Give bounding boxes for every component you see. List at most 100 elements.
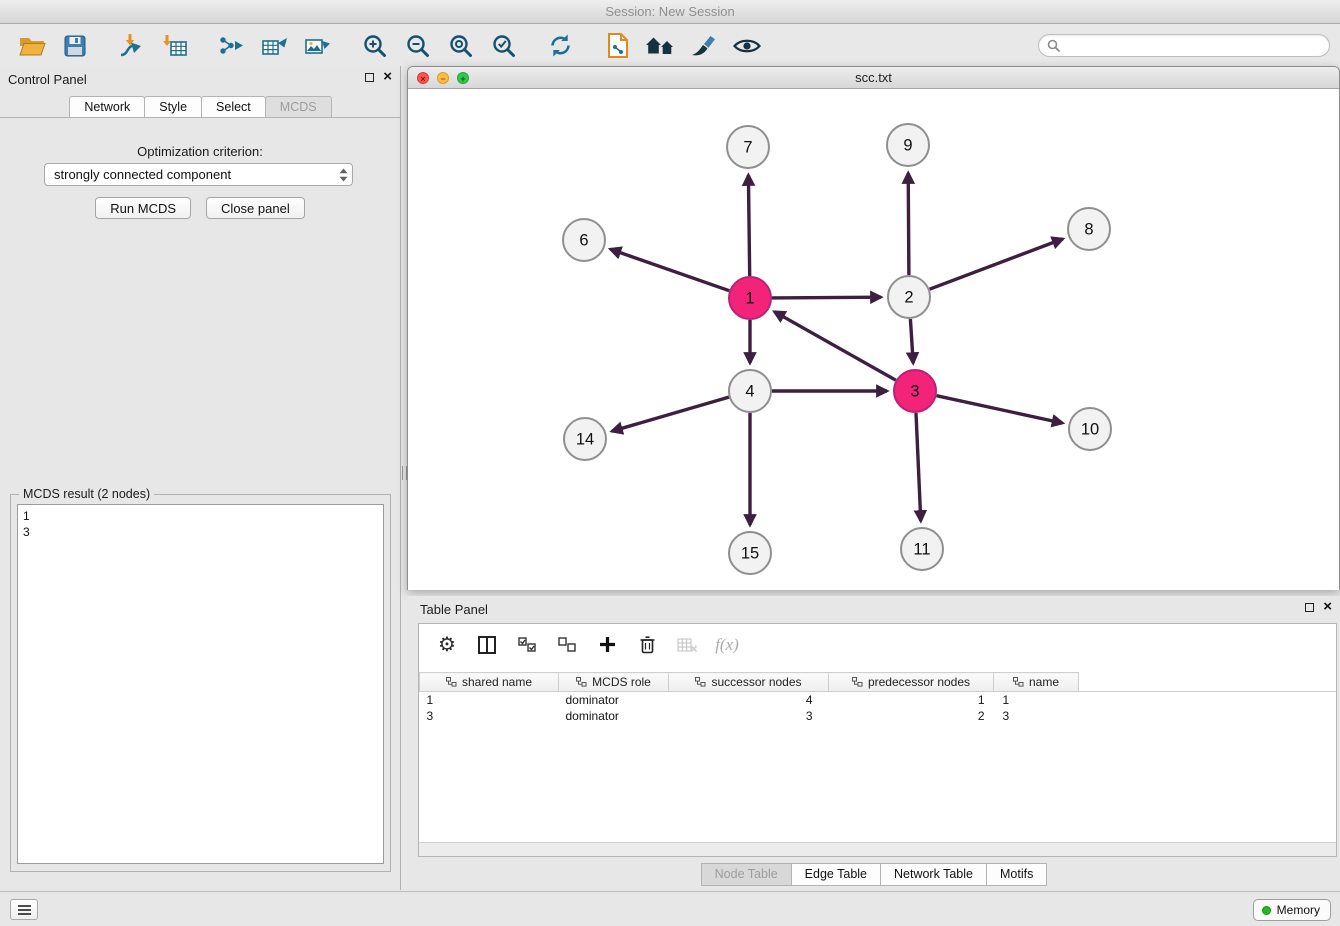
memory-button[interactable]: Memory: [1253, 899, 1331, 921]
criterion-dropdown[interactable]: strongly connected component: [44, 163, 353, 186]
run-mcds-button[interactable]: Run MCDS: [95, 197, 191, 219]
graph-node-6[interactable]: 6: [563, 219, 605, 261]
close-panel-button[interactable]: Close panel: [206, 197, 305, 219]
graph-node-11[interactable]: 11: [901, 528, 943, 570]
tab-select[interactable]: Select: [201, 96, 266, 117]
export-network-button[interactable]: [210, 28, 253, 64]
open-file-button[interactable]: [10, 28, 53, 64]
tab-edge-table[interactable]: Edge Table: [791, 863, 881, 886]
graph-node-14[interactable]: 14: [564, 418, 606, 460]
export-image-button[interactable]: [296, 28, 339, 64]
select-all-button[interactable]: [509, 629, 545, 661]
mcds-result-item[interactable]: 1: [23, 508, 378, 524]
window-minimize-button[interactable]: −: [437, 72, 449, 84]
mcds-result-item[interactable]: 3: [23, 524, 378, 540]
window-zoom-button[interactable]: +: [457, 72, 469, 84]
graph-edge-3-11[interactable]: [916, 413, 921, 521]
column-header-mcds-role[interactable]: MCDS role: [559, 673, 669, 692]
table-row[interactable]: 3dominator323: [420, 708, 1337, 724]
svg-text:14: 14: [576, 431, 594, 449]
graph-node-4[interactable]: 4: [729, 370, 771, 412]
zoom-out-button[interactable]: [396, 28, 439, 64]
table-cell[interactable]: dominator: [559, 692, 669, 708]
table-panel-close-button[interactable]: ×: [1323, 601, 1332, 613]
delete-table-button[interactable]: [669, 629, 705, 661]
graph-edge-3-1[interactable]: [774, 312, 895, 381]
show-columns-button[interactable]: [469, 629, 505, 661]
table-cell[interactable]: 1: [829, 692, 994, 708]
table-panel: Table Panel × ⚙: [407, 596, 1340, 890]
window-close-button[interactable]: ×: [417, 72, 429, 84]
tab-style[interactable]: Style: [144, 96, 202, 117]
table-cell-empty: [1079, 708, 1337, 724]
deselect-all-button[interactable]: [549, 629, 585, 661]
network-window-title: scc.txt: [408, 67, 1339, 88]
status-menu-button[interactable]: [10, 899, 38, 920]
graph-node-15[interactable]: 15: [729, 532, 771, 574]
zoom-in-button[interactable]: [353, 28, 396, 64]
network-window-titlebar[interactable]: scc.txt × − +: [408, 67, 1339, 89]
graph-node-10[interactable]: 10: [1069, 408, 1111, 450]
memory-label: Memory: [1277, 903, 1320, 917]
zoom-selected-button[interactable]: [482, 28, 525, 64]
graph-edge-1-2[interactable]: [772, 297, 881, 298]
svg-text:10: 10: [1081, 421, 1099, 439]
graph-edge-2-9[interactable]: [908, 173, 909, 275]
table-cell[interactable]: 3: [669, 708, 829, 724]
table-panel-float-button[interactable]: [1305, 603, 1314, 612]
column-header-name[interactable]: name: [994, 673, 1079, 692]
svg-text:2: 2: [904, 289, 913, 307]
apply-style-button[interactable]: [682, 28, 725, 64]
graph-edge-2-8[interactable]: [930, 239, 1063, 289]
table-cell[interactable]: 1: [994, 692, 1079, 708]
graph-edge-1-7[interactable]: [748, 175, 749, 276]
graph-node-3[interactable]: 3: [894, 370, 936, 412]
add-column-button[interactable]: [589, 629, 625, 661]
graph-edge-3-10[interactable]: [937, 396, 1063, 423]
refresh-view-button[interactable]: [539, 28, 582, 64]
tab-mcds[interactable]: MCDS: [265, 96, 332, 117]
function-builder-button[interactable]: f(x): [709, 629, 745, 661]
table-settings-button[interactable]: ⚙: [429, 629, 465, 661]
table-cell[interactable]: 2: [829, 708, 994, 724]
control-panel-close-button[interactable]: ×: [383, 71, 392, 83]
home-layout-button[interactable]: [639, 28, 682, 64]
dropdown-stepper-icon: [339, 168, 348, 182]
tab-network-table[interactable]: Network Table: [880, 863, 987, 886]
graph-edge-4-14[interactable]: [612, 397, 729, 431]
delete-column-button[interactable]: [629, 629, 665, 661]
show-hide-button[interactable]: [725, 28, 768, 64]
save-session-button[interactable]: [53, 28, 96, 64]
table-cell[interactable]: 3: [994, 708, 1079, 724]
table-horizontal-scrollbar[interactable]: [419, 842, 1336, 856]
graph-node-9[interactable]: 9: [887, 124, 929, 166]
column-header-predecessor-nodes[interactable]: predecessor nodes: [829, 673, 994, 692]
import-table-button[interactable]: [153, 28, 196, 64]
graph-node-2[interactable]: 2: [888, 276, 930, 318]
table-row[interactable]: 1dominator411: [420, 692, 1337, 708]
tab-node-table[interactable]: Node Table: [701, 863, 792, 886]
graph-edge-2-3[interactable]: [910, 319, 913, 363]
search-input[interactable]: [1065, 38, 1321, 53]
graph-edge-1-6[interactable]: [610, 249, 729, 291]
window-titlebar[interactable]: Session: New Session: [0, 0, 1340, 24]
column-header-successor-nodes[interactable]: successor nodes: [669, 673, 829, 692]
graph-node-1[interactable]: 1: [729, 277, 771, 319]
tab-network[interactable]: Network: [69, 96, 145, 117]
search-field[interactable]: [1038, 34, 1330, 57]
tab-motifs[interactable]: Motifs: [986, 863, 1047, 886]
table-cell[interactable]: 4: [669, 692, 829, 708]
table-cell[interactable]: 1: [420, 692, 559, 708]
mcds-result-list[interactable]: 13: [17, 504, 384, 864]
column-header-shared-name[interactable]: shared name: [420, 673, 559, 692]
zoom-fit-button[interactable]: [439, 28, 482, 64]
table-cell[interactable]: 3: [420, 708, 559, 724]
control-panel-float-button[interactable]: [365, 73, 374, 82]
table-cell[interactable]: dominator: [559, 708, 669, 724]
import-network-button[interactable]: [110, 28, 153, 64]
paste-network-button[interactable]: [596, 28, 639, 64]
export-table-button[interactable]: [253, 28, 296, 64]
graph-node-7[interactable]: 7: [727, 126, 769, 168]
network-canvas[interactable]: 7 9 6 8 1 2 4 3 14 10 15 11: [408, 89, 1339, 590]
graph-node-8[interactable]: 8: [1068, 208, 1110, 250]
